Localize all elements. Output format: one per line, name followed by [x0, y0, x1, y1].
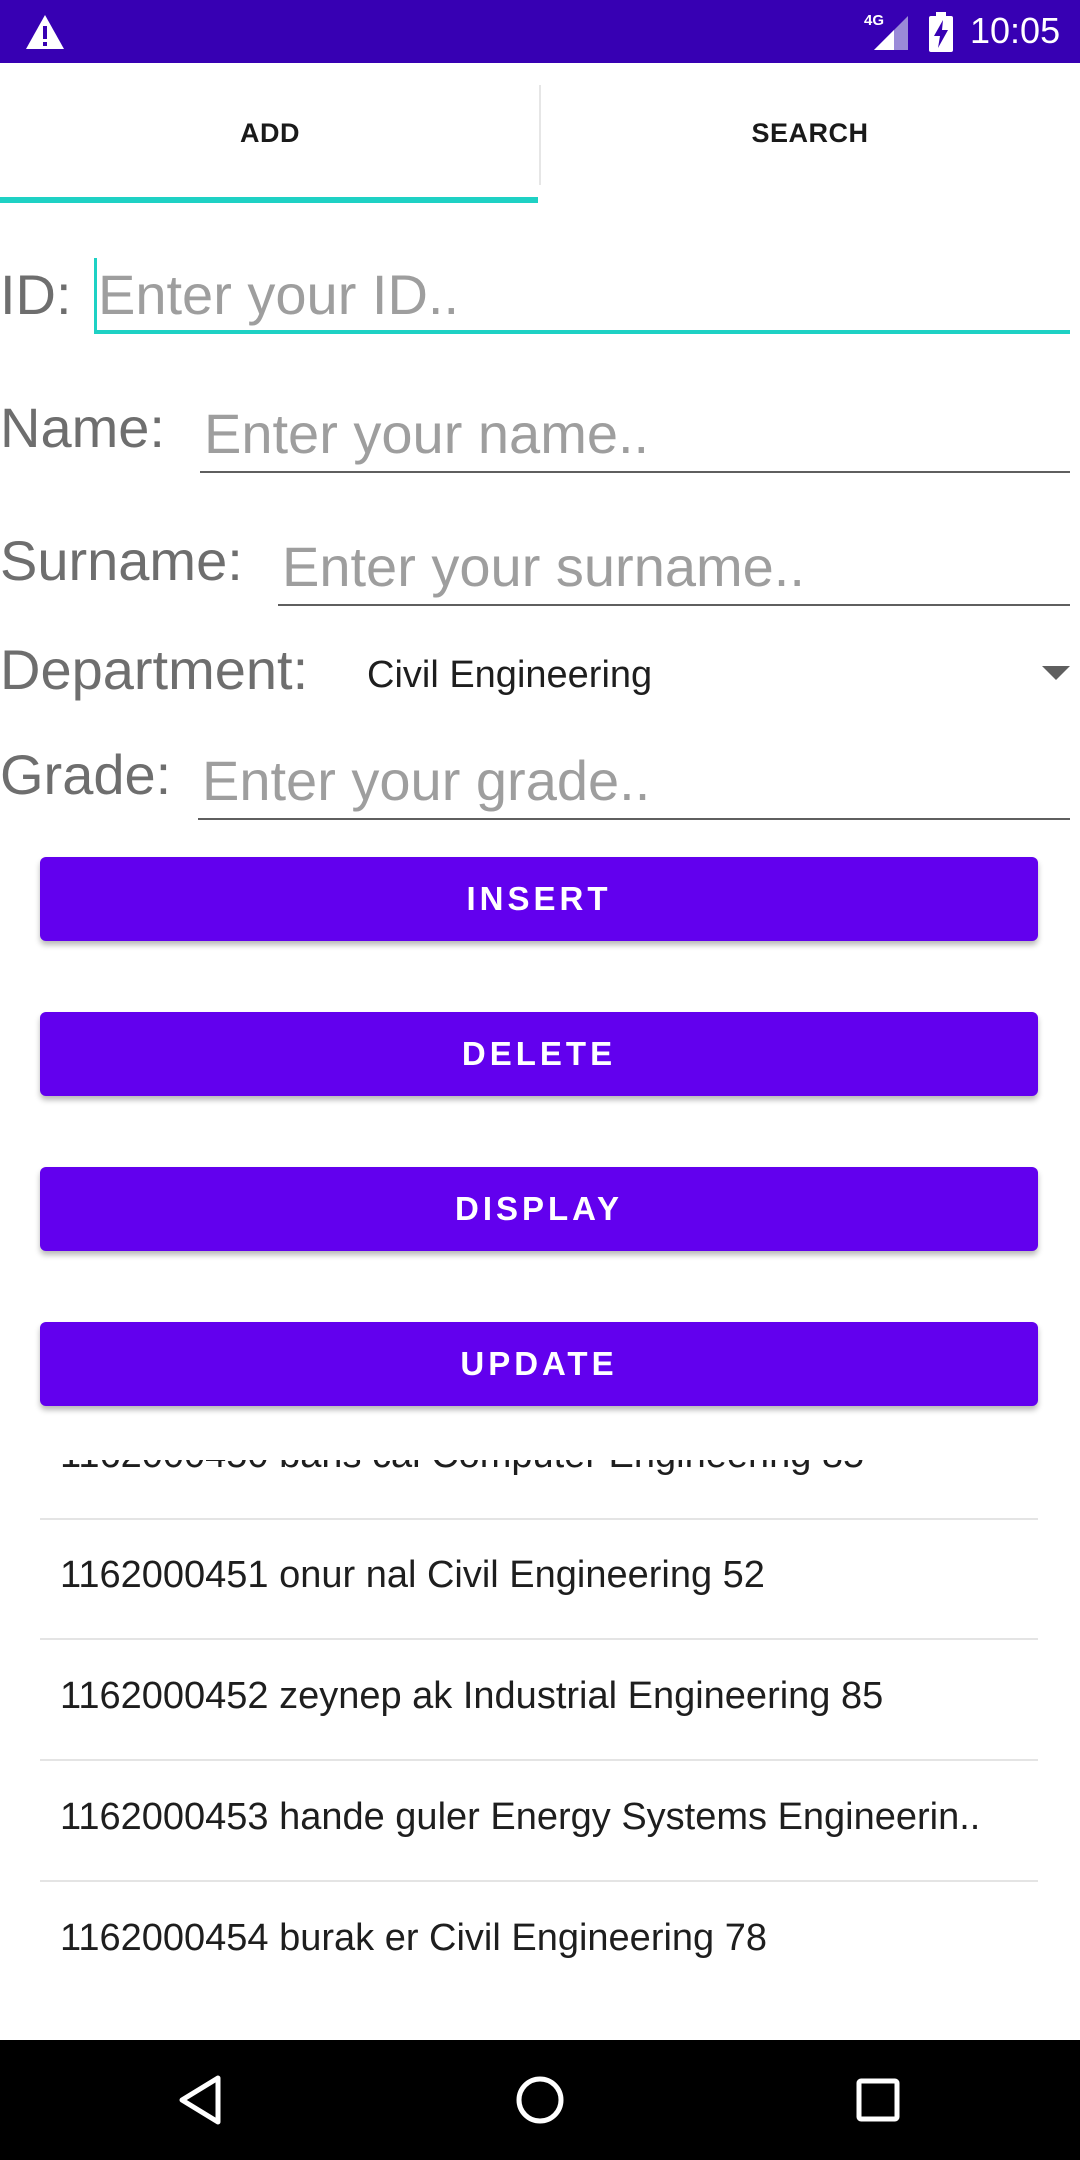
- navigation-bar: [0, 2040, 1080, 2160]
- tab-search[interactable]: SEARCH: [540, 63, 1080, 203]
- list-item[interactable]: 1162000452 zeynep ak Industrial Engineer…: [40, 1641, 1038, 1761]
- name-underline: [200, 471, 1070, 473]
- list-item[interactable]: 1162000450 baris cal Computer Engineerin…: [40, 1460, 1038, 1520]
- grade-underline: [198, 818, 1070, 820]
- list-item-text: 1162000450 baris cal Computer Engineerin…: [60, 1460, 864, 1477]
- tab-add[interactable]: ADD: [0, 63, 540, 203]
- surname-label: Surname:: [0, 529, 243, 592]
- display-button[interactable]: DISPLAY: [40, 1167, 1038, 1251]
- warning-icon: [26, 15, 64, 49]
- home-icon[interactable]: [504, 2064, 576, 2136]
- delete-button[interactable]: DELETE: [40, 1012, 1038, 1096]
- update-button[interactable]: UPDATE: [40, 1322, 1038, 1406]
- status-bar: 4G 10:05: [0, 0, 1080, 63]
- tab-indicator: [0, 197, 538, 203]
- grade-label: Grade:: [0, 743, 172, 806]
- list-divider: [40, 1880, 1038, 1882]
- list-item-text: 1162000454 burak er Civil Engineering 78: [60, 1917, 768, 1959]
- department-dropdown[interactable]: Civil Engineering: [345, 640, 1070, 710]
- id-label: ID:: [0, 263, 72, 326]
- recents-icon[interactable]: [842, 2064, 914, 2136]
- list-item-text: 1162000452 zeynep ak Industrial Engineer…: [60, 1675, 884, 1717]
- text-cursor: [94, 258, 97, 334]
- list-divider: [40, 1759, 1038, 1761]
- id-input[interactable]: [94, 254, 1070, 334]
- name-field[interactable]: [200, 393, 1070, 473]
- battery-charging-icon: [929, 12, 953, 52]
- grade-field[interactable]: [198, 740, 1070, 820]
- list-divider: [40, 1638, 1038, 1640]
- list-item[interactable]: 1162000453 hande guler Energy Systems En…: [40, 1762, 1038, 1882]
- dropdown-arrow-icon: [1042, 666, 1070, 680]
- id-underline: [94, 330, 1070, 334]
- list-item[interactable]: 1162000451 onur nal Civil Engineering 52: [40, 1520, 1038, 1640]
- signal-icon: [874, 16, 908, 50]
- name-label: Name:: [0, 396, 165, 459]
- surname-input[interactable]: [278, 526, 1070, 606]
- id-field[interactable]: [94, 254, 1070, 334]
- insert-button[interactable]: INSERT: [40, 857, 1038, 941]
- department-selected-value: Civil Engineering: [367, 654, 653, 696]
- list-item-text: 1162000453 hande guler Energy Systems En…: [60, 1796, 981, 1838]
- clock: 10:05: [970, 10, 1061, 51]
- tab-bar: ADD SEARCH: [0, 63, 1080, 203]
- name-input[interactable]: [200, 393, 1070, 473]
- department-label: Department:: [0, 638, 309, 701]
- list-item[interactable]: 1162000454 burak er Civil Engineering 78: [40, 1883, 1038, 2000]
- surname-field[interactable]: [278, 526, 1070, 606]
- list-item-text: 1162000451 onur nal Civil Engineering 52: [60, 1554, 765, 1596]
- grade-input[interactable]: [198, 740, 1070, 820]
- surname-underline: [278, 604, 1070, 606]
- back-icon[interactable]: [166, 2064, 238, 2136]
- records-list[interactable]: 1162000450 baris cal Computer Engineerin…: [40, 1460, 1038, 2000]
